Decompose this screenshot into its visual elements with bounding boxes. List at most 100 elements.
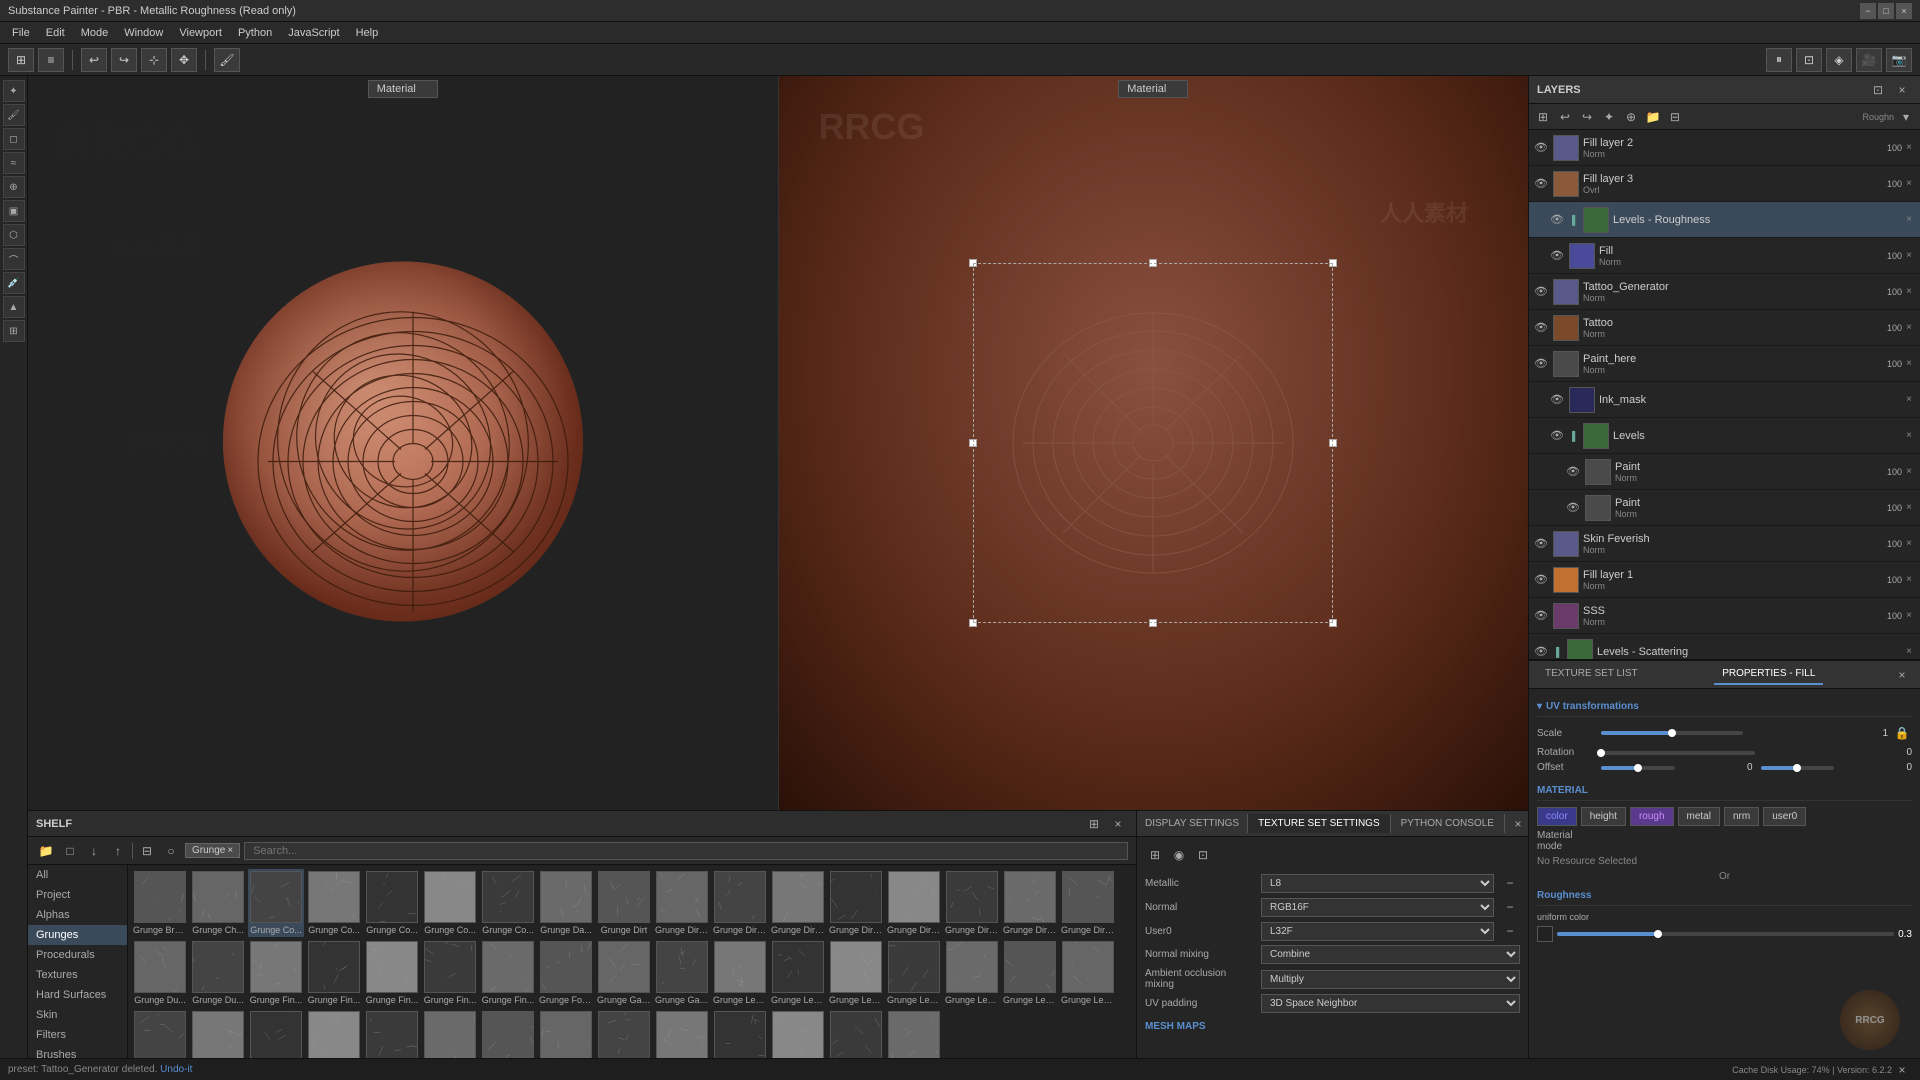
- layer-visibility-btn[interactable]: 👁: [1549, 248, 1565, 264]
- menu-mode[interactable]: Mode: [73, 25, 117, 41]
- shelf-item[interactable]: Grunge Lea...: [828, 939, 884, 1007]
- close-button[interactable]: ×: [1896, 3, 1912, 19]
- shelf-item[interactable]: Grunge Co...: [480, 869, 536, 937]
- shelf-item[interactable]: Grunge Lea...: [886, 939, 942, 1007]
- layer-visibility-btn[interactable]: 👁: [1549, 392, 1565, 408]
- tool-fill[interactable]: ▣: [3, 200, 25, 222]
- undo-button[interactable]: ↩: [81, 48, 107, 72]
- shelf-grid-btn[interactable]: ⊞: [1084, 814, 1104, 834]
- roughness-slider-track[interactable]: [1557, 932, 1894, 936]
- layer-visibility-btn[interactable]: 👁: [1533, 572, 1549, 588]
- menu-edit[interactable]: Edit: [38, 25, 73, 41]
- menu-file[interactable]: File: [4, 25, 38, 41]
- shelf-item[interactable]: Grunge Dirt...: [828, 869, 884, 937]
- grid-view-button[interactable]: ⊞: [8, 48, 34, 72]
- shelf-item[interactable]: Grunge Folds: [538, 939, 594, 1007]
- layer-visibility-btn[interactable]: 👁: [1565, 500, 1581, 516]
- rotation-slider-thumb[interactable]: [1597, 749, 1605, 757]
- shelf-export-btn[interactable]: ↑: [108, 841, 128, 861]
- layer-row[interactable]: 👁PaintNorm100×: [1529, 454, 1920, 490]
- scale-slider-thumb[interactable]: [1668, 729, 1676, 737]
- shelf-item[interactable]: Grunge Co...: [422, 869, 478, 937]
- shelf-item[interactable]: Grunge Du...: [132, 939, 188, 1007]
- tex-metallic-select[interactable]: L8 L16 L32F: [1261, 874, 1494, 893]
- layer-delete-btn[interactable]: ×: [1902, 537, 1916, 551]
- shelf-item[interactable]: Grunge Fin...: [248, 939, 304, 1007]
- camera-button[interactable]: 🎥: [1856, 48, 1882, 72]
- layer-row[interactable]: 👁▐Levels - Scattering×: [1529, 634, 1920, 659]
- shelf-item[interactable]: Grunge Ch...: [190, 869, 246, 937]
- shelf-item[interactable]: Grunge Dirt...: [1060, 869, 1116, 937]
- layers-tool6[interactable]: 📁: [1643, 107, 1663, 127]
- shelf-filter2-btn[interactable]: ○: [161, 841, 181, 861]
- layer-row[interactable]: 👁Fill layer 1Norm100×: [1529, 562, 1920, 598]
- layer-delete-btn[interactable]: ×: [1902, 213, 1916, 227]
- layer-delete-btn[interactable]: ×: [1902, 393, 1916, 407]
- layers-close-btn[interactable]: ×: [1892, 80, 1912, 100]
- layer-visibility-btn[interactable]: 👁: [1533, 140, 1549, 156]
- tex-normal-del[interactable]: −: [1500, 897, 1520, 917]
- shelf-item[interactable]: Grunge Fin...: [306, 939, 362, 1007]
- layer-row[interactable]: 👁Tattoo_GeneratorNorm100×: [1529, 274, 1920, 310]
- shelf-cat-skin[interactable]: Skin: [28, 1005, 127, 1025]
- shelf-item[interactable]: Grunge Lea...: [1060, 939, 1116, 1007]
- viewport-mode-button[interactable]: ⊡: [1796, 48, 1822, 72]
- layers-tool3[interactable]: ↪: [1577, 107, 1597, 127]
- tool-select2[interactable]: ▲: [3, 296, 25, 318]
- layers-tool5[interactable]: ⊕: [1621, 107, 1641, 127]
- layer-row[interactable]: 👁PaintNorm100×: [1529, 490, 1920, 526]
- layer-visibility-btn[interactable]: 👁: [1549, 428, 1565, 444]
- layer-row[interactable]: 👁Fill layer 2Norm100×: [1529, 130, 1920, 166]
- layer-delete-btn[interactable]: ×: [1902, 573, 1916, 587]
- tex-icon2[interactable]: ◉: [1169, 845, 1189, 865]
- layer-visibility-btn[interactable]: 👁: [1565, 464, 1581, 480]
- layer-delete-btn[interactable]: ×: [1902, 465, 1916, 479]
- shelf-item[interactable]: Grunge Dirt...: [1002, 869, 1058, 937]
- render-button[interactable]: ◈: [1826, 48, 1852, 72]
- viewport-uv[interactable]: RRCG 人人素材 Material: [778, 76, 1529, 810]
- shelf-item[interactable]: Grunge Bru...: [132, 869, 188, 937]
- shelf-item[interactable]: Grunge Fin...: [480, 939, 536, 1007]
- offset-slider2-track[interactable]: [1761, 766, 1835, 770]
- shelf-item[interactable]: Grunge Dirt...: [654, 869, 710, 937]
- layers-tool1[interactable]: ⊞: [1533, 107, 1553, 127]
- shelf-item[interactable]: Grunge Leaks: [944, 939, 1000, 1007]
- layer-row[interactable]: 👁▐Levels - Roughness×: [1529, 202, 1920, 238]
- tab-python-console[interactable]: PYTHON CONSOLE: [1391, 814, 1505, 833]
- shelf-cat-filters[interactable]: Filters: [28, 1025, 127, 1045]
- shelf-item[interactable]: Grunge Lea...: [712, 939, 768, 1007]
- tool-smudge[interactable]: ≈: [3, 152, 25, 174]
- material-user0-btn[interactable]: user0: [1763, 807, 1806, 826]
- roughness-slider-thumb[interactable]: [1654, 930, 1662, 938]
- layer-delete-btn[interactable]: ×: [1902, 429, 1916, 443]
- list-view-button[interactable]: ≡: [38, 48, 64, 72]
- roughness-color-swatch[interactable]: [1537, 926, 1553, 942]
- paint-button[interactable]: 🖌: [214, 48, 240, 72]
- tool-polygon[interactable]: ⬡: [3, 224, 25, 246]
- material-color-btn[interactable]: color: [1537, 807, 1577, 826]
- layer-row[interactable]: 👁Ink_mask×: [1529, 382, 1920, 418]
- shelf-cat-grunges[interactable]: Grunges: [28, 925, 127, 945]
- shelf-cat-all[interactable]: All: [28, 865, 127, 885]
- layers-tool2[interactable]: ↩: [1555, 107, 1575, 127]
- shelf-item[interactable]: Grunge Dirt...: [886, 869, 942, 937]
- tool-zoom[interactable]: ⊞: [3, 320, 25, 342]
- tool-paint[interactable]: 🖌: [3, 104, 25, 126]
- offset-slider1-thumb[interactable]: [1634, 764, 1642, 772]
- minimize-button[interactable]: −: [1860, 3, 1876, 19]
- layer-delete-btn[interactable]: ×: [1902, 609, 1916, 623]
- shelf-item[interactable]: Grunge Gal...: [654, 939, 710, 1007]
- tex-user0-select[interactable]: L32F L8: [1261, 922, 1494, 941]
- shelf-new-btn[interactable]: □: [60, 841, 80, 861]
- layer-delete-btn[interactable]: ×: [1902, 357, 1916, 371]
- layer-delete-btn[interactable]: ×: [1902, 285, 1916, 299]
- shelf-item[interactable]: Grunge Gal...: [596, 939, 652, 1007]
- shelf-item[interactable]: Grunge Co...: [306, 869, 362, 937]
- maximize-button[interactable]: □: [1878, 3, 1894, 19]
- viewport-left-select[interactable]: Material: [368, 80, 438, 98]
- layer-delete-btn[interactable]: ×: [1902, 321, 1916, 335]
- tool-clone[interactable]: ⊕: [3, 176, 25, 198]
- menu-python[interactable]: Python: [230, 25, 280, 41]
- tool-select[interactable]: ✦: [3, 80, 25, 102]
- properties-close-btn[interactable]: ×: [1892, 665, 1912, 685]
